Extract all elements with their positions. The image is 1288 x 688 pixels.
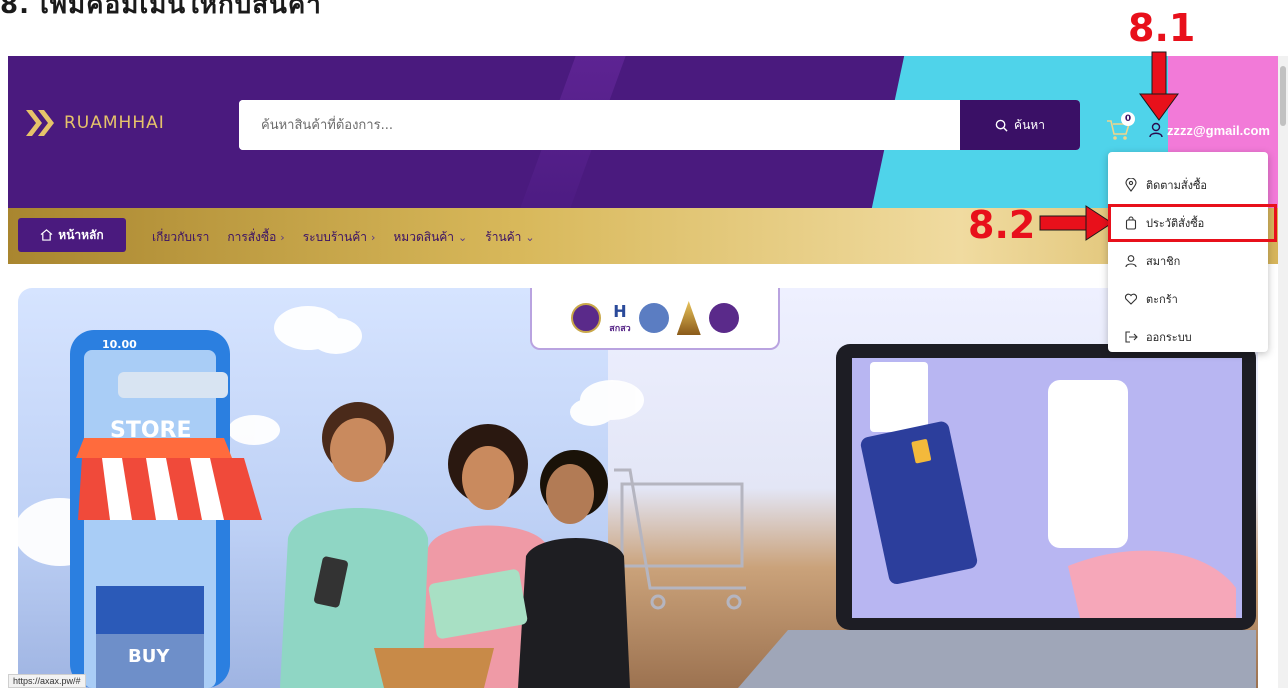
logout-icon <box>1125 331 1138 343</box>
browser-viewport: RUAMHHAI ค้นหา 0 <box>8 56 1278 688</box>
nav-items: เกี่ยวกับเรา การสั่งซื้อ › ระบบร้านค้า ›… <box>152 228 553 247</box>
screenshot-root: 8. เพิ่มคอมเม้นให้กับสินค้า 8.1 RUAMHHAI <box>0 0 1288 688</box>
main-navbar: หน้าหลัก เกี่ยวกับเรา การสั่งซื้อ › ระบบ… <box>8 208 1278 264</box>
menu-item-track-order[interactable]: ติดตามสั่งซื้อ <box>1108 166 1268 204</box>
hero-banner: 10.00 STORE BUY ᕼ สกสว <box>18 288 1258 688</box>
scrollbar-thumb[interactable] <box>1280 66 1286 126</box>
heart-icon <box>1124 293 1138 305</box>
annotation-label-8-1: 8.1 <box>1128 6 1196 50</box>
nav-item-label: เกี่ยวกับเรา <box>152 230 210 244</box>
cart-count-badge: 0 <box>1121 112 1135 126</box>
nav-item-ordering[interactable]: การสั่งซื้อ › <box>227 228 284 247</box>
nav-item-label: หมวดสินค้า <box>393 230 455 244</box>
chevron-right-icon: › <box>280 231 285 244</box>
sksw-logo-icon: ᕼ สกสว <box>609 301 631 334</box>
annotation-label-8-2: 8.2 <box>968 203 1036 247</box>
store-sign-text: STORE <box>110 418 192 443</box>
bag-icon <box>1125 216 1137 230</box>
temple-logo-icon <box>676 301 701 335</box>
nav-home-button[interactable]: หน้าหลัก <box>18 218 126 252</box>
page-scrollbar[interactable] <box>1278 56 1288 688</box>
menu-item-label: ออกระบบ <box>1146 331 1192 344</box>
user-account-toggle[interactable]: zzzz@gmail.com <box>1148 122 1270 138</box>
document-heading: 8. เพิ่มคอมเม้นให้กับสินค้า <box>0 0 322 20</box>
rk-logo-icon <box>708 303 739 333</box>
site-logo[interactable]: RUAMHHAI <box>24 108 165 138</box>
status-bar-url: https://axax.pw/# <box>8 674 86 688</box>
search-button-label: ค้นหา <box>1014 117 1045 132</box>
nav-item-store-system[interactable]: ระบบร้านค้า › <box>303 228 376 247</box>
location-pin-icon <box>1125 178 1137 192</box>
partner-logos-strip: ᕼ สกสว <box>530 288 780 350</box>
navy-seal-logo-icon <box>571 303 602 333</box>
nav-item-label: การสั่งซื้อ <box>227 230 277 244</box>
nav-item-shops[interactable]: ร้านค้า ⌄ <box>485 228 534 247</box>
user-icon <box>1125 255 1137 268</box>
site-header: RUAMHHAI ค้นหา 0 <box>8 56 1278 208</box>
nav-item-categories[interactable]: หมวดสินค้า ⌄ <box>393 228 467 247</box>
menu-item-label: ติดตามสั่งซื้อ <box>1146 179 1208 192</box>
nav-item-label: ร้านค้า <box>485 230 522 244</box>
menu-item-label: ประวัติสั่งซื้อ <box>1146 217 1205 230</box>
user-dropdown-menu: ติดตามสั่งซื้อ ประวัติสั่งซื้อ สมาชิก ตะ… <box>1108 152 1277 352</box>
phone-time-text: 10.00 <box>102 338 137 351</box>
search-icon <box>995 119 1008 132</box>
nav-home-label: หน้าหลัก <box>58 227 104 242</box>
menu-item-member[interactable]: สมาชิก <box>1108 242 1268 280</box>
menu-item-label: สมาชิก <box>1146 255 1181 268</box>
chevron-down-icon: ⌄ <box>458 231 468 244</box>
search-button[interactable]: ค้นหา <box>960 100 1080 150</box>
search-bar: ค้นหา <box>239 100 1080 150</box>
chevron-down-icon: ⌄ <box>525 231 535 244</box>
user-icon <box>1149 122 1163 138</box>
menu-item-label: ตะกร้า <box>1146 293 1178 306</box>
nav-item-label: ระบบร้านค้า <box>302 230 367 244</box>
menu-item-logout[interactable]: ออกระบบ <box>1108 318 1268 356</box>
nav-item-about[interactable]: เกี่ยวกับเรา <box>152 228 209 247</box>
menu-item-basket[interactable]: ตะกร้า <box>1108 280 1268 318</box>
search-input[interactable] <box>239 100 960 150</box>
uwn-logo-icon <box>638 303 669 333</box>
logo-mark-icon <box>26 110 54 136</box>
chevron-right-icon: › <box>370 231 376 244</box>
cart-button[interactable]: 0 <box>1106 112 1135 142</box>
user-email: zzzz@gmail.com <box>1167 122 1270 138</box>
menu-item-order-history[interactable]: ประวัติสั่งซื้อ <box>1108 204 1277 242</box>
logo-text: RUAMHHAI <box>64 113 165 133</box>
buy-button-text: BUY <box>128 646 170 667</box>
sksw-logo-text: สกสว <box>609 323 631 334</box>
home-icon <box>40 229 53 241</box>
